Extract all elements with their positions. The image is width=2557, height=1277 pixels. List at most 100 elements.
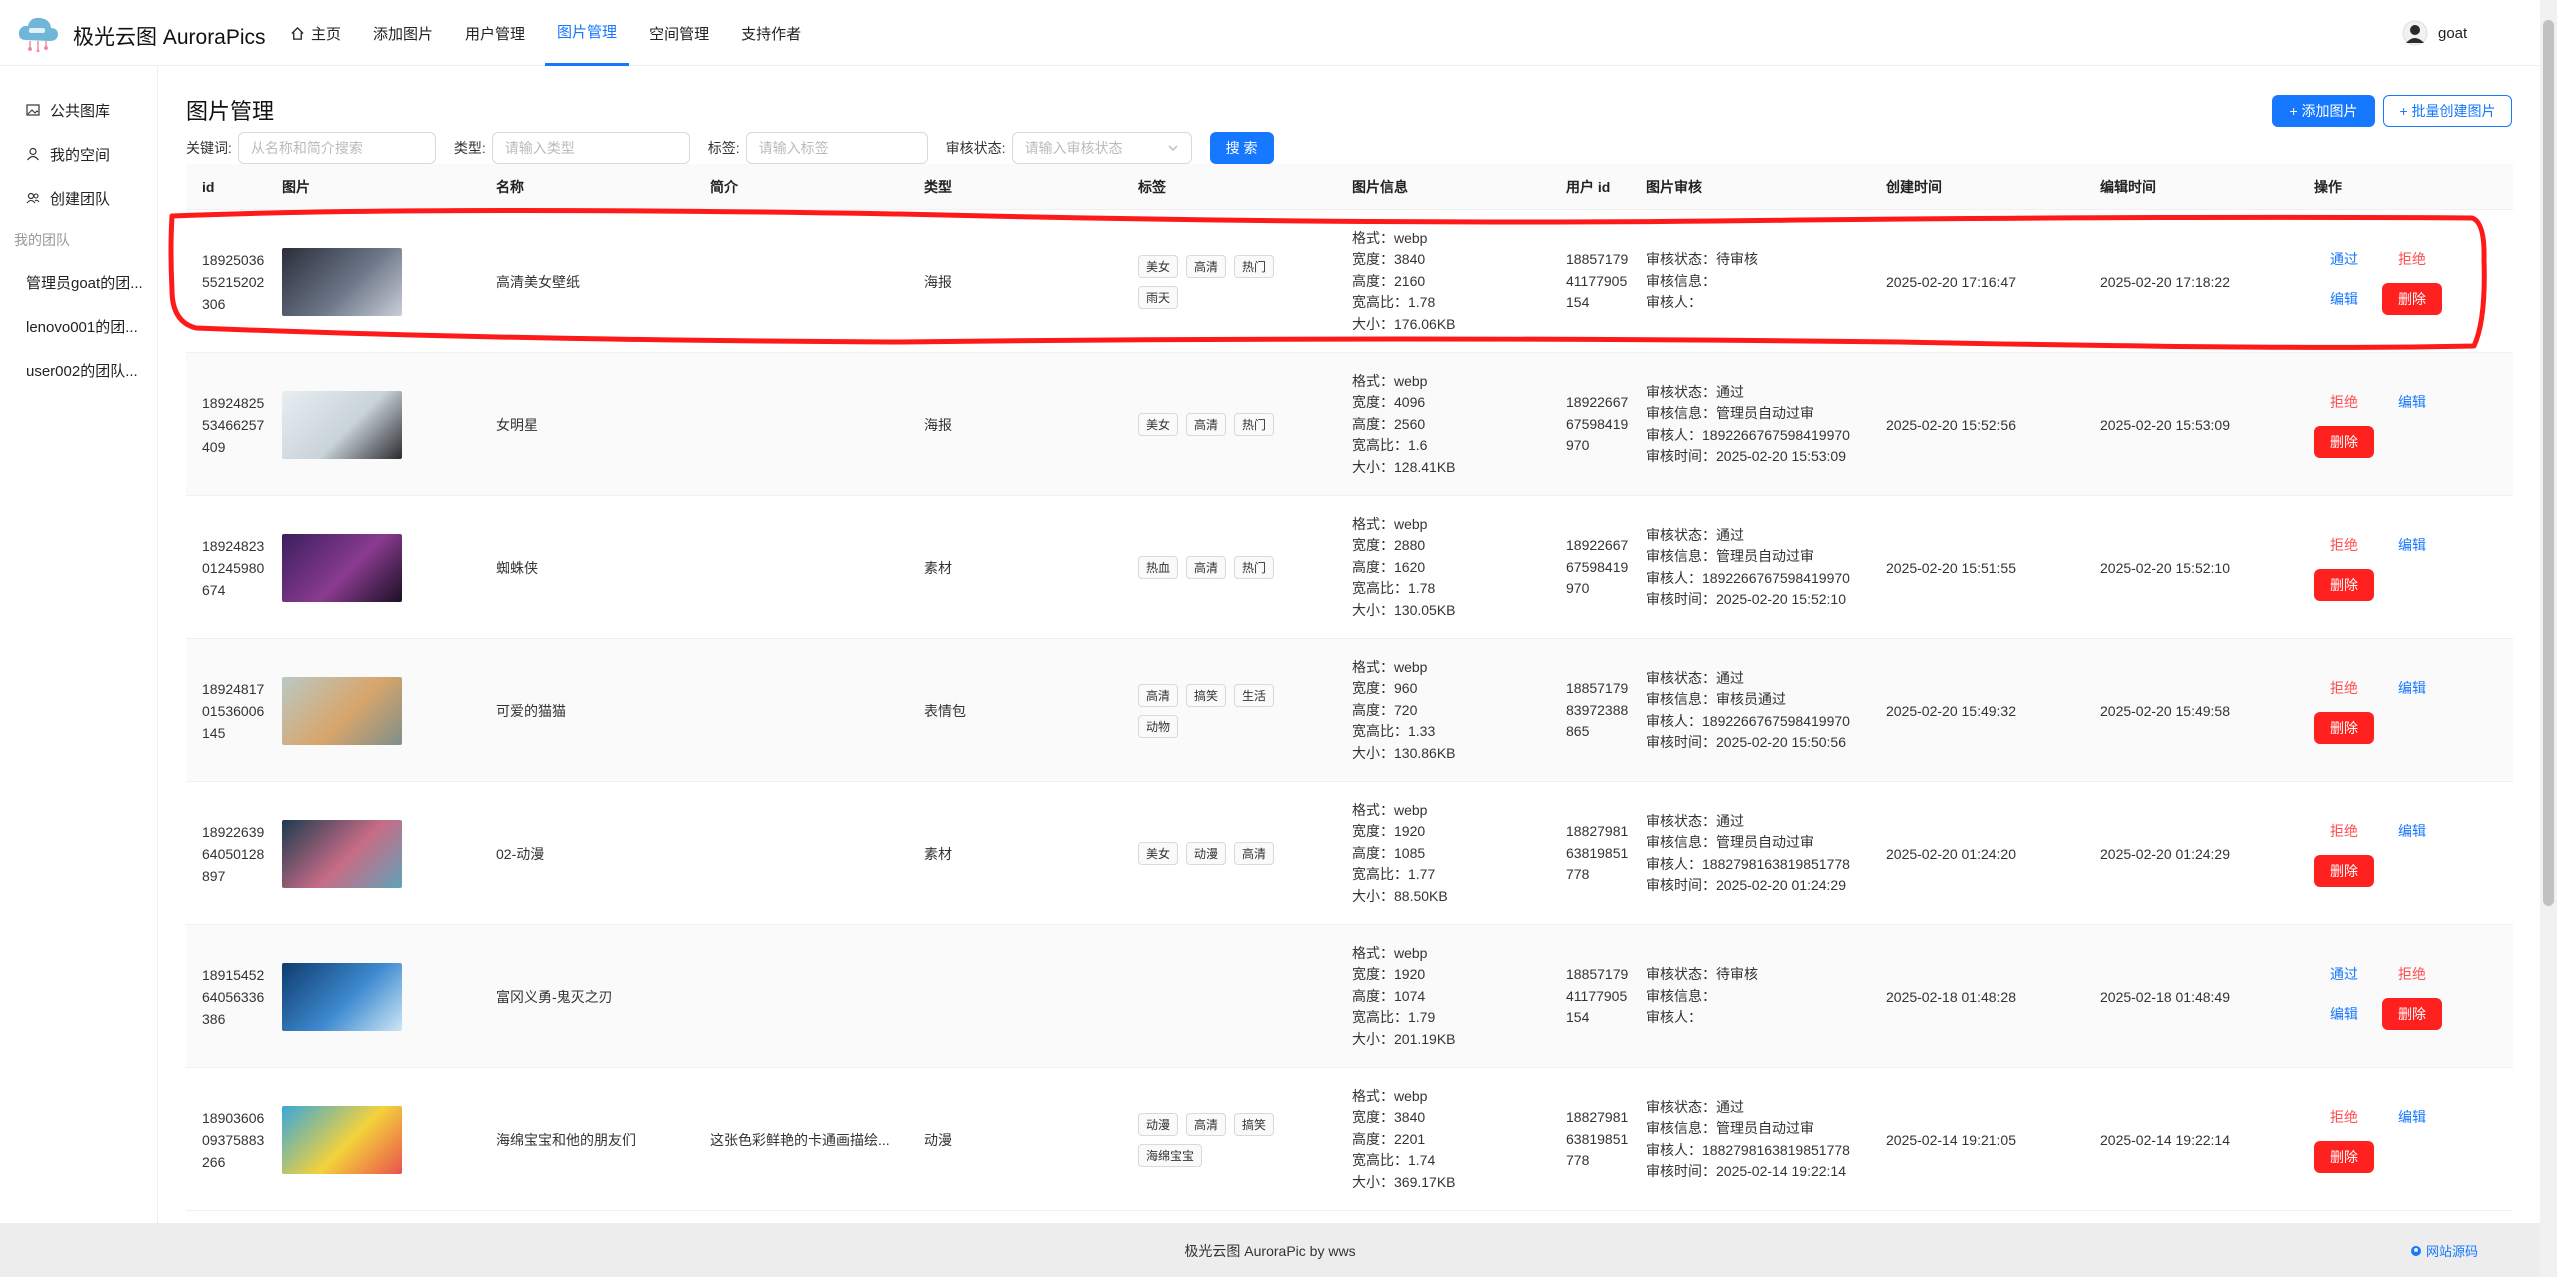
thumbnail-cell — [282, 353, 402, 496]
sidebar-item-create-team[interactable]: 创建团队 — [0, 176, 157, 220]
search-button[interactable]: 搜 索 — [1209, 132, 1274, 164]
delete-button[interactable]: 删除 — [2382, 997, 2442, 1030]
edit-link[interactable]: 编辑 — [2314, 1004, 2382, 1024]
nav-support-author[interactable]: 支持作者 — [729, 0, 813, 66]
reject-link[interactable]: 拒绝 — [2314, 392, 2382, 412]
main-content: 图片管理 + 添加图片 + 批量创建图片 关键词: 从名称和简介搜索 类型: 请… — [158, 66, 2540, 1223]
edited-time: 2025-02-20 15:53:09 — [2100, 416, 2230, 433]
tag-chip: 热门 — [1234, 556, 1275, 579]
tags-cell — [1138, 925, 1308, 1068]
add-picture-button[interactable]: + 添加图片 — [2272, 95, 2375, 127]
picture-name: 富冈义勇-鬼灭之刃 — [496, 988, 613, 1005]
picture-thumbnail[interactable] — [282, 390, 402, 459]
info-line: 高度：2201 — [1352, 1130, 1426, 1147]
tags-cell: 美女 高清 热门 — [1138, 353, 1308, 496]
thumbnail-cell — [282, 782, 402, 925]
table-row: 1892481701536006145 可爱的猫猫 表情包 高清 搞笑 生活 动物 格… — [186, 639, 2513, 782]
thumbnail-cell — [282, 210, 402, 353]
delete-button[interactable]: 删除 — [2314, 1140, 2374, 1173]
keyword-label: 关键词: — [186, 140, 232, 156]
type-input[interactable]: 请输入类型 — [491, 132, 690, 164]
reject-link[interactable]: 拒绝 — [2314, 678, 2382, 698]
app-window: 极光云图 AuroraPics 主页 添加图片 用户管理 图片管理 空间管理 支… — [0, 0, 2557, 1277]
picture-thumbnail[interactable] — [282, 676, 402, 745]
picture-name: 女明星 — [496, 416, 538, 433]
review-status-select[interactable]: 请输入审核状态 — [1011, 132, 1192, 164]
approve-link[interactable]: 通过 — [2314, 249, 2382, 269]
info-line: 格式：webp — [1352, 1087, 1428, 1104]
reject-link[interactable]: 拒绝 — [2314, 1107, 2382, 1127]
tag-chip: 热门 — [1234, 254, 1275, 278]
info-line: 大小：128.41KB — [1352, 458, 1456, 475]
reject-link[interactable]: 拒绝 — [2382, 249, 2450, 269]
delete-button[interactable]: 删除 — [2314, 568, 2374, 601]
tag-input[interactable]: 请输入标签 — [745, 132, 928, 164]
edit-link[interactable]: 编辑 — [2382, 535, 2450, 555]
review-line: 审核状态：通过 — [1646, 383, 1744, 400]
app-title: 极光云图 AuroraPics — [73, 26, 266, 49]
nav-picture-management[interactable]: 图片管理 — [545, 0, 630, 66]
nav-space-management[interactable]: 空间管理 — [637, 0, 721, 66]
picture-name: 高清美女壁纸 — [496, 273, 580, 290]
scrollbar-thumb[interactable] — [2543, 20, 2554, 906]
picture-id: 1892482301245980674 — [202, 537, 265, 598]
reject-link[interactable]: 拒绝 — [2314, 535, 2382, 555]
delete-button[interactable]: 删除 — [2314, 854, 2374, 887]
edit-link[interactable]: 编辑 — [2382, 1107, 2450, 1127]
picture-info: 格式：webp 宽度：1920 高度：1074 宽高比：1.79 大小：201.19KB — [1352, 925, 1456, 1068]
picture-thumbnail[interactable] — [282, 533, 402, 602]
nav-user-management[interactable]: 用户管理 — [453, 0, 537, 66]
created-time: 2025-02-20 15:49:32 — [1886, 702, 2016, 719]
edit-link[interactable]: 编辑 — [2382, 392, 2450, 412]
picture-thumbnail[interactable] — [282, 962, 402, 1031]
tags-cell: 美女 动漫 高清 — [1138, 782, 1308, 925]
col-name: 名称 — [496, 179, 524, 195]
picture-thumbnail[interactable] — [282, 1105, 402, 1174]
nav-add-picture[interactable]: 添加图片 — [361, 0, 445, 66]
tag-chip: 高清 — [1138, 683, 1179, 707]
delete-button[interactable]: 删除 — [2314, 711, 2374, 744]
tag-chip: 美女 — [1138, 413, 1179, 436]
edit-link[interactable]: 编辑 — [2382, 821, 2450, 841]
user-id: 1885717941177905154 — [1566, 251, 1629, 311]
user-id: 1885717983972388865 — [1566, 680, 1629, 740]
edit-link[interactable]: 编辑 — [2382, 678, 2450, 698]
vertical-scrollbar[interactable] — [2540, 0, 2557, 1277]
edit-link[interactable]: 编辑 — [2314, 289, 2382, 309]
review-line: 审核信息：审核员通过 — [1646, 691, 1786, 707]
delete-button[interactable]: 删除 — [2382, 282, 2442, 315]
info-line: 格式：webp — [1352, 801, 1428, 818]
picture-thumbnail[interactable] — [282, 819, 402, 888]
actions-cell: 拒绝 编辑 删除 — [2314, 496, 2494, 639]
tags-cell: 美女 高清 热门 雨天 — [1138, 210, 1308, 353]
tag-chip: 海绵宝宝 — [1138, 1143, 1203, 1167]
chevron-down-icon — [1168, 145, 1178, 151]
sidebar-item-team[interactable]: 管理员goat的团... — [0, 260, 150, 304]
keyword-input[interactable]: 从名称和简介搜索 — [237, 132, 436, 164]
nav-home[interactable]: 主页 — [278, 0, 353, 66]
table-row: 1890360609375883266 海绵宝宝和他的朋友们 这张色彩鲜艳的卡通… — [186, 1068, 2513, 1211]
sidebar-item-team[interactable]: lenovo001的团... — [0, 304, 150, 348]
picture-table: id 图片 名称 简介 类型 标签 图片信息 用户 id 图片审核 创建时间 编… — [186, 164, 2513, 1211]
info-line: 宽度：3840 — [1352, 251, 1426, 268]
batch-create-button[interactable]: + 批量创建图片 — [2383, 95, 2512, 127]
tag-chip: 生活 — [1234, 683, 1275, 707]
review-line: 审核状态：通过 — [1646, 1098, 1744, 1115]
reject-link[interactable]: 拒绝 — [2314, 821, 2382, 841]
sidebar-item-team[interactable]: user002的团队... — [0, 348, 150, 392]
footer-text: 极光云图 AuroraPic by wws — [1184, 1243, 1356, 1259]
user-menu[interactable]: goat — [2402, 20, 2467, 46]
sidebar-item-my-space[interactable]: 我的空间 — [0, 132, 157, 176]
tag-label: 标签: — [707, 140, 740, 156]
review-info: 审核状态：通过 审核信息：审核员通过 审核人：1892266767598419970… — [1646, 639, 1850, 782]
sidebar-item-label: 我的空间 — [50, 146, 111, 164]
tag-chip: 热血 — [1138, 556, 1179, 579]
delete-button[interactable]: 删除 — [2314, 425, 2374, 458]
sidebar-item-public-gallery[interactable]: 公共图库 — [0, 88, 157, 132]
tag-chip: 搞笑 — [1186, 683, 1227, 707]
picture-thumbnail[interactable] — [282, 247, 402, 316]
source-code-link[interactable]: 网站源码 — [2410, 1241, 2478, 1260]
picture-intro — [710, 925, 900, 1068]
reject-link[interactable]: 拒绝 — [2382, 964, 2450, 984]
approve-link[interactable]: 通过 — [2314, 964, 2382, 984]
